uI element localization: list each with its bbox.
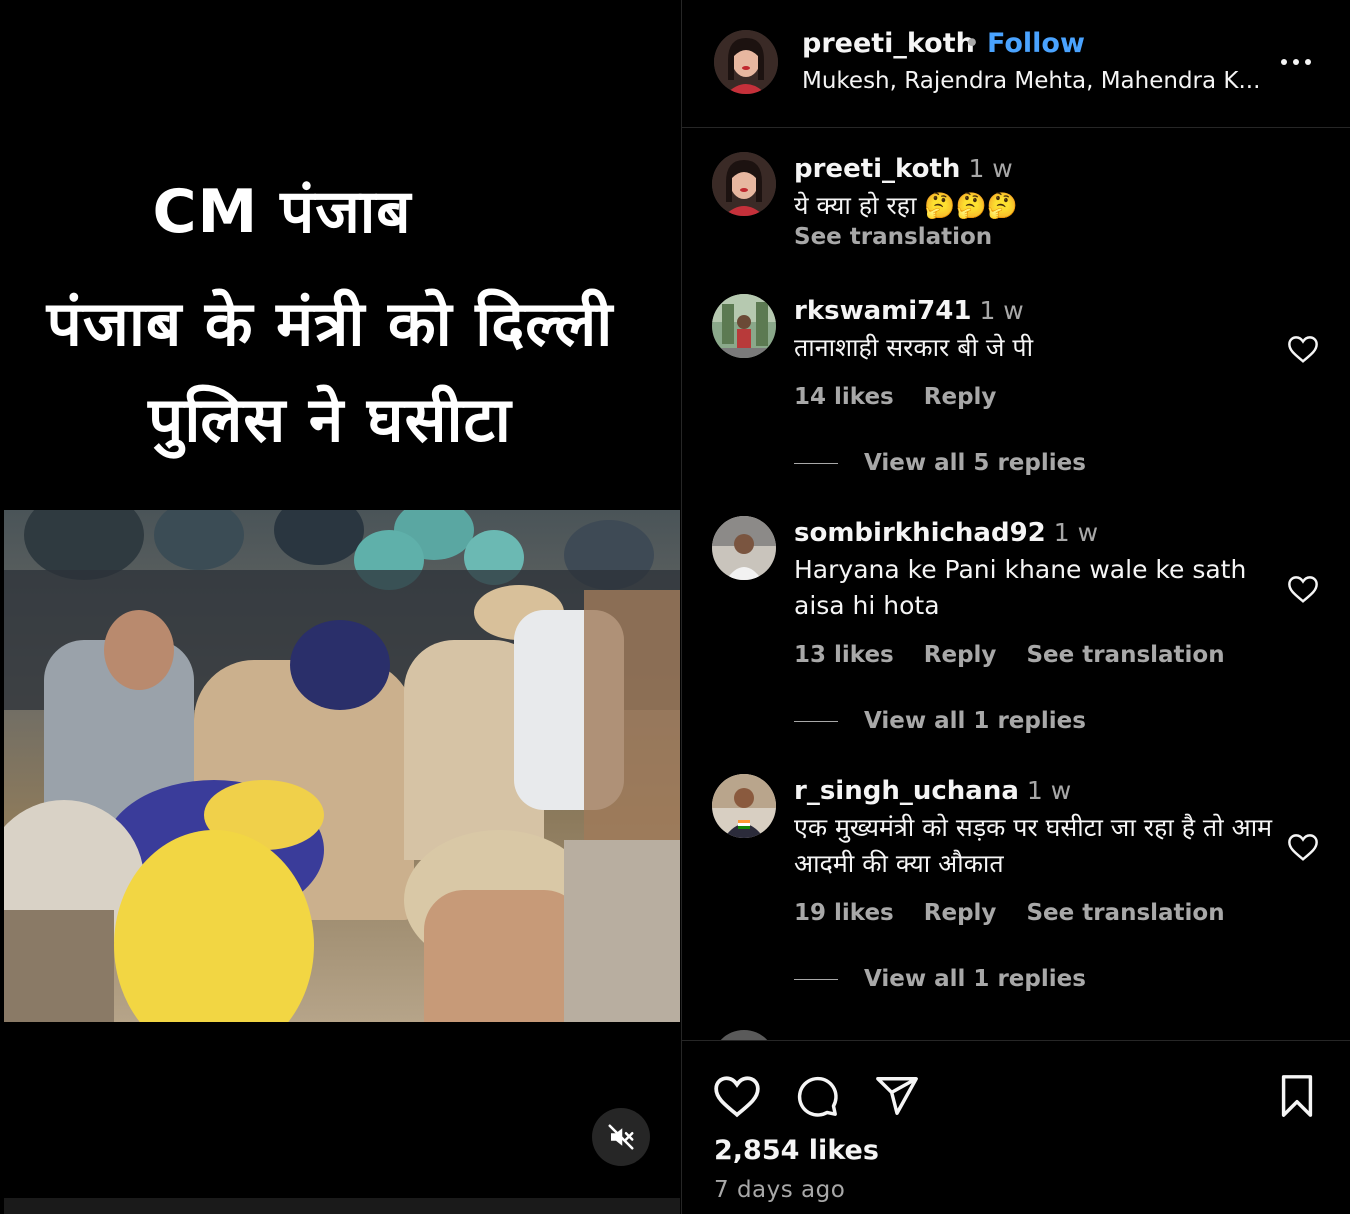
media-bottom-bar — [4, 1198, 680, 1214]
see-translation-link[interactable]: See translation — [1026, 642, 1224, 668]
share-button[interactable] — [872, 1073, 922, 1119]
view-replies-label: View all 5 replies — [864, 450, 1086, 476]
post-header: preeti_koth • Follow Mukesh, Rajendra Me… — [682, 0, 1350, 128]
comment-username-text[interactable]: rkswami741 — [794, 296, 971, 326]
comment-avatar[interactable] — [712, 516, 776, 580]
comment-username-text[interactable]: r_singh_uchana — [794, 776, 1019, 806]
post-timestamp: 7 days ago — [714, 1177, 846, 1203]
comment-meta: 13 likes Reply See translation — [794, 642, 1247, 668]
like-comment-button[interactable] — [1286, 574, 1320, 604]
media-caption-line-2: पंजाब के मंत्री को दिल्ली — [46, 287, 614, 360]
collaborators-text[interactable]: Mukesh, Rajendra Mehta, Mahendra K... — [802, 68, 1260, 94]
replies-divider-line — [794, 978, 838, 980]
heart-outline-icon — [1288, 576, 1318, 603]
post-actions-bar: 2,854 likes 7 days ago — [682, 1040, 1350, 1214]
more-options-icon — [1281, 59, 1311, 65]
view-replies-button[interactable]: View all 5 replies — [794, 450, 1086, 476]
comment-likes[interactable]: 14 likes — [794, 384, 894, 410]
header-separator: • — [964, 28, 980, 59]
comment-username[interactable]: preeti_koth 1 w — [794, 154, 1013, 184]
follow-button[interactable]: Follow — [987, 28, 1085, 59]
see-translation-link[interactable]: See translation — [1026, 900, 1224, 926]
bookmark-icon — [1281, 1075, 1313, 1117]
view-replies-label: View all 1 replies — [864, 966, 1086, 992]
reply-button[interactable]: Reply — [924, 384, 997, 410]
comment-avatar[interactable] — [712, 294, 776, 358]
video-frame — [4, 510, 680, 1022]
post-details-panel: preeti_koth • Follow Mukesh, Rajendra Me… — [681, 0, 1350, 1214]
like-comment-button[interactable] — [1286, 832, 1320, 862]
view-replies-label: View all 1 replies — [864, 708, 1086, 734]
reply-button[interactable]: Reply — [924, 642, 997, 668]
comment-avatar[interactable] — [712, 152, 776, 216]
comment-text: तानाशाही सरकार बी जे पी — [794, 333, 1034, 362]
comment-username[interactable]: r_singh_uchana 1 w — [794, 776, 1071, 806]
heart-icon — [714, 1076, 760, 1118]
author-avatar-image — [714, 30, 778, 94]
comment-time: 1 w — [979, 296, 1024, 325]
view-replies-button[interactable]: View all 1 replies — [794, 966, 1086, 992]
see-translation-link[interactable]: See translation — [794, 224, 992, 250]
comment-time: 1 w — [1053, 518, 1099, 547]
view-replies-button[interactable]: View all 1 replies — [794, 708, 1086, 734]
heart-outline-icon — [1288, 834, 1318, 861]
comments-list[interactable]: preeti_koth 1 w ये क्या हो रहा 🤔🤔🤔 See tr… — [682, 128, 1350, 1040]
comment-meta: 19 likes Reply See translation — [794, 900, 1247, 926]
author-avatar[interactable] — [714, 30, 778, 94]
share-icon — [876, 1077, 918, 1115]
reply-button[interactable]: Reply — [924, 900, 997, 926]
comment-meta: 14 likes Reply — [794, 384, 1018, 410]
heart-outline-icon — [1288, 336, 1318, 363]
media-caption-line-3: पुलिस ने घसीटा — [148, 383, 512, 456]
comment-avatar-image — [712, 294, 776, 358]
more-options-button[interactable] — [1278, 48, 1314, 76]
comment-username[interactable]: sombirkhichad92 1 w — [794, 518, 1098, 548]
comment-text: एक मुख्यमंत्री को सड़क पर घसीटा जा रहा ह… — [794, 813, 1273, 878]
comment-likes[interactable]: 19 likes — [794, 900, 894, 926]
comment-button[interactable] — [792, 1073, 842, 1119]
save-button[interactable] — [1272, 1073, 1322, 1119]
post-like-count[interactable]: 2,854 likes — [714, 1135, 879, 1166]
comment-time: 1 w — [1026, 776, 1072, 805]
mute-button[interactable] — [592, 1108, 650, 1166]
post-media[interactable]: CM पंजाब पंजाब के मंत्री को दिल्ली पुलिस… — [4, 0, 680, 1198]
comment-avatar-image — [712, 516, 776, 580]
comment-text: ये क्या हो रहा 🤔🤔🤔 — [794, 191, 1018, 220]
media-caption-line-1: CM पंजाब — [152, 177, 412, 247]
comment-username-text[interactable]: preeti_koth — [794, 154, 960, 184]
like-comment-button[interactable] — [1286, 334, 1320, 364]
comment-username-text[interactable]: sombirkhichad92 — [794, 518, 1046, 548]
replies-divider-line — [794, 462, 838, 464]
comment-avatar-image — [712, 774, 776, 838]
replies-divider-line — [794, 720, 838, 722]
like-button[interactable] — [712, 1073, 762, 1119]
author-username[interactable]: preeti_koth — [802, 28, 975, 59]
comment-likes[interactable]: 13 likes — [794, 642, 894, 668]
comment-avatar-image — [712, 152, 776, 216]
comment-icon — [797, 1076, 838, 1117]
comment-text: Haryana ke Pani khane wale ke sath aisa … — [794, 555, 1247, 620]
comment-avatar[interactable] — [712, 1030, 776, 1040]
comment-username[interactable]: rkswami741 1 w — [794, 296, 1024, 326]
speaker-muted-icon — [608, 1124, 634, 1150]
comment-time: 1 w — [968, 154, 1013, 183]
comment-avatar[interactable] — [712, 774, 776, 838]
